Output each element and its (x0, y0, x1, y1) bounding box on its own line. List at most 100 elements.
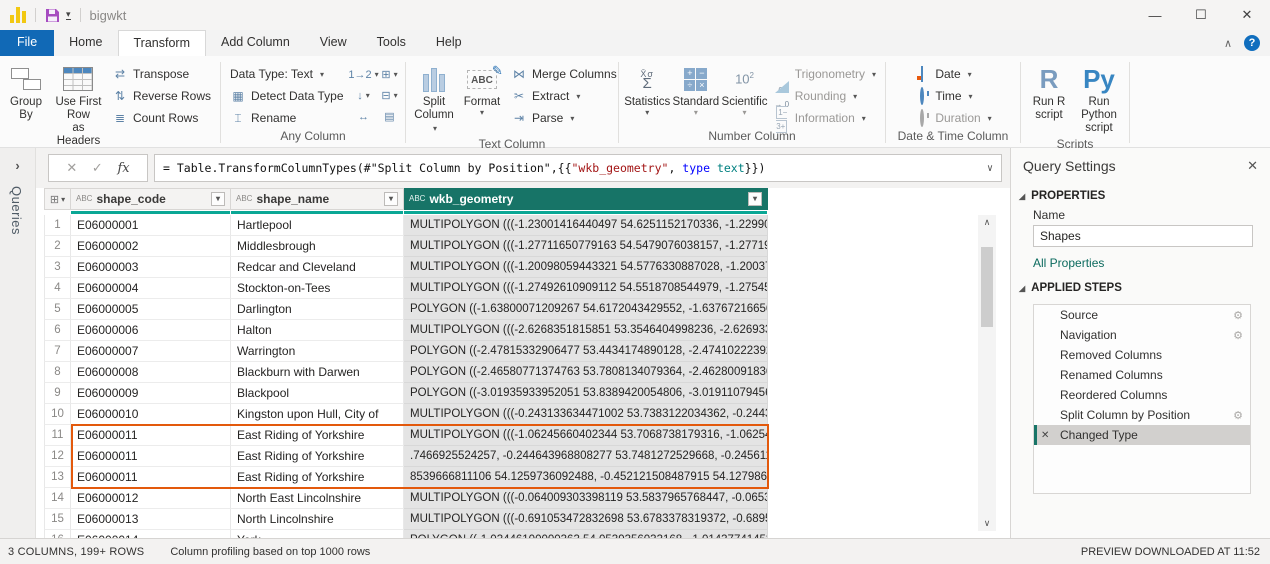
extract-button[interactable]: ✂Extract▾ (508, 86, 620, 106)
cancel-formula-icon[interactable]: ✕ (66, 160, 77, 176)
trigonometry-button[interactable]: Trigonometry▾ (771, 64, 879, 84)
cell-shape-name[interactable]: North Lincolnshire (231, 509, 404, 530)
applied-step-source[interactable]: Source⚙ (1034, 305, 1250, 325)
query-name-input[interactable]: Shapes (1033, 225, 1253, 247)
merge-columns-button[interactable]: ⋈Merge Columns (508, 64, 620, 84)
gear-icon[interactable]: ⚙ (1233, 409, 1243, 422)
save-icon[interactable] (45, 8, 60, 23)
cell-shape-name[interactable]: East Riding of Yorkshire (231, 425, 404, 446)
close-panel-icon[interactable]: ✕ (1247, 158, 1258, 174)
maximize-button[interactable]: ☐ (1178, 0, 1224, 30)
cell-shape-name[interactable]: East Riding of Yorkshire (231, 446, 404, 467)
scroll-up-icon[interactable]: ∧ (978, 215, 996, 230)
applied-step-removed-columns[interactable]: Removed Columns (1034, 345, 1250, 365)
filter-dropdown-icon[interactable]: ▾ (384, 192, 398, 206)
cell-wkb-geometry[interactable]: POLYGON ((-1.03446100000363 54.053935603… (404, 530, 768, 538)
gear-icon[interactable]: ⚙ (1233, 309, 1243, 322)
tab-view[interactable]: View (305, 30, 362, 56)
cell-shape-code[interactable]: E06000005 (71, 299, 231, 320)
vertical-scrollbar[interactable]: ∧ ∨ (978, 215, 996, 531)
statistics-button[interactable]: X̄σΣ Statistics ▾ (625, 62, 669, 119)
parse-button[interactable]: ⇥Parse▾ (508, 108, 620, 128)
scientific-button[interactable]: 102 Scientific ▾ (722, 62, 766, 119)
cell-shape-name[interactable]: East Riding of Yorkshire (231, 467, 404, 488)
row-number[interactable]: 12 (44, 446, 71, 467)
cell-wkb-geometry[interactable]: POLYGON ((-3.01935933952051 53.838942005… (404, 383, 768, 404)
filter-dropdown-icon[interactable]: ▾ (211, 192, 225, 206)
tab-transform[interactable]: Transform (118, 30, 207, 56)
cell-shape-code[interactable]: E06000007 (71, 341, 231, 362)
move-button[interactable]: ↔ (351, 106, 377, 127)
cell-shape-code[interactable]: E06000009 (71, 383, 231, 404)
filter-dropdown-icon[interactable]: ▾ (748, 192, 762, 206)
row-number[interactable]: 14 (44, 488, 71, 509)
applied-step-navigation[interactable]: Navigation⚙ (1034, 325, 1250, 345)
row-number[interactable]: 5 (44, 299, 71, 320)
profiling-status[interactable]: Column profiling based on top 1000 rows (170, 546, 370, 558)
fill-button[interactable]: ↓▾ (351, 85, 377, 106)
cell-shape-code[interactable]: E06000013 (71, 509, 231, 530)
row-number[interactable]: 2 (44, 236, 71, 257)
cell-wkb-geometry[interactable]: MULTIPOLYGON (((-0.064009303398119 53.58… (404, 488, 768, 509)
cell-wkb-geometry[interactable]: MULTIPOLYGON (((-0.243133634471002 53.73… (404, 404, 768, 425)
column-header-wkb-geometry[interactable]: ABC wkb_geometry ▾ (404, 188, 768, 210)
cell-wkb-geometry[interactable]: POLYGON ((-2.47815332906477 53.443417489… (404, 341, 768, 362)
gear-icon[interactable]: ⚙ (1233, 329, 1243, 342)
formula-input[interactable]: = Table.TransformColumnTypes(#"Split Col… (154, 154, 1002, 182)
run-r-script-button[interactable]: R Run R script (1027, 62, 1071, 124)
cell-shape-code[interactable]: E06000012 (71, 488, 231, 509)
cell-shape-code[interactable]: E06000014 (71, 530, 231, 538)
cell-wkb-geometry[interactable]: POLYGON ((-2.46580771374763 53.780813407… (404, 362, 768, 383)
select-all-corner-button[interactable]: ⊞ ▾ (44, 188, 71, 210)
cell-wkb-geometry[interactable]: MULTIPOLYGON (((-2.6268351815851 53.3546… (404, 320, 768, 341)
cell-shape-name[interactable]: Middlesbrough (231, 236, 404, 257)
count-rows-button[interactable]: ≣Count Rows (109, 108, 214, 128)
applied-step-split-column-by-position[interactable]: Split Column by Position⚙ (1034, 405, 1250, 425)
information-button[interactable]: 1−3+Information▾ (771, 108, 879, 128)
row-number[interactable]: 7 (44, 341, 71, 362)
cell-shape-name[interactable]: Hartlepool (231, 215, 404, 236)
data-type-button[interactable]: Data Type: Text▾ (227, 64, 347, 84)
close-window-button[interactable]: ✕ (1224, 0, 1270, 30)
cell-shape-code[interactable]: E06000001 (71, 215, 231, 236)
applied-step-reordered-columns[interactable]: Reordered Columns (1034, 385, 1250, 405)
scrollbar-thumb[interactable] (981, 247, 993, 327)
time-button[interactable]: Time▾ (911, 86, 994, 106)
replace-values-button[interactable]: 1→2▾ (351, 64, 377, 85)
cell-wkb-geometry[interactable]: 8539666811106 54.1259736092488, -0.45212… (404, 467, 768, 488)
standard-button[interactable]: +−÷× Standard ▾ (673, 62, 718, 119)
duration-button[interactable]: Duration▾ (911, 108, 994, 128)
collapse-ribbon-icon[interactable]: ∧ (1224, 37, 1232, 50)
convert-to-list-button[interactable]: ▤ (377, 106, 403, 127)
cell-shape-code[interactable]: E06000011 (71, 425, 231, 446)
cell-shape-name[interactable]: Kingston upon Hull, City of (231, 404, 404, 425)
all-properties-link[interactable]: All Properties (1011, 247, 1270, 272)
date-button[interactable]: Date▾ (911, 64, 994, 84)
cell-wkb-geometry[interactable]: MULTIPOLYGON (((-1.06245660402344 53.706… (404, 425, 768, 446)
reverse-rows-button[interactable]: ⇅Reverse Rows (109, 86, 214, 106)
split-column-button[interactable]: Split Column ▾ (412, 62, 456, 137)
group-by-button[interactable]: Group By (4, 62, 48, 124)
applied-steps-section-header[interactable]: ◢ APPLIED STEPS (1011, 272, 1270, 298)
row-number[interactable]: 13 (44, 467, 71, 488)
cell-shape-code[interactable]: E06000003 (71, 257, 231, 278)
cell-shape-code[interactable]: E06000008 (71, 362, 231, 383)
transpose-button[interactable]: ⇄Transpose (109, 64, 214, 84)
column-header-shape-name[interactable]: ABC shape_name ▾ (231, 188, 404, 210)
cell-shape-code[interactable]: E06000011 (71, 446, 231, 467)
delete-step-icon[interactable]: ✕ (1041, 430, 1049, 441)
row-number[interactable]: 4 (44, 278, 71, 299)
row-number[interactable]: 8 (44, 362, 71, 383)
help-icon[interactable]: ? (1244, 35, 1260, 51)
row-number[interactable]: 11 (44, 425, 71, 446)
cell-shape-name[interactable]: Blackpool (231, 383, 404, 404)
cell-shape-name[interactable]: Blackburn with Darwen (231, 362, 404, 383)
tab-file[interactable]: File (0, 30, 54, 56)
format-button[interactable]: ABC✎ Format ▾ (460, 62, 504, 119)
row-number[interactable]: 16 (44, 530, 71, 538)
row-number[interactable]: 3 (44, 257, 71, 278)
cell-shape-name[interactable]: Halton (231, 320, 404, 341)
row-number[interactable]: 9 (44, 383, 71, 404)
cell-wkb-geometry[interactable]: .7466925524257, -0.244643968808277 53.74… (404, 446, 768, 467)
detect-data-type-button[interactable]: ▦Detect Data Type (227, 86, 347, 106)
